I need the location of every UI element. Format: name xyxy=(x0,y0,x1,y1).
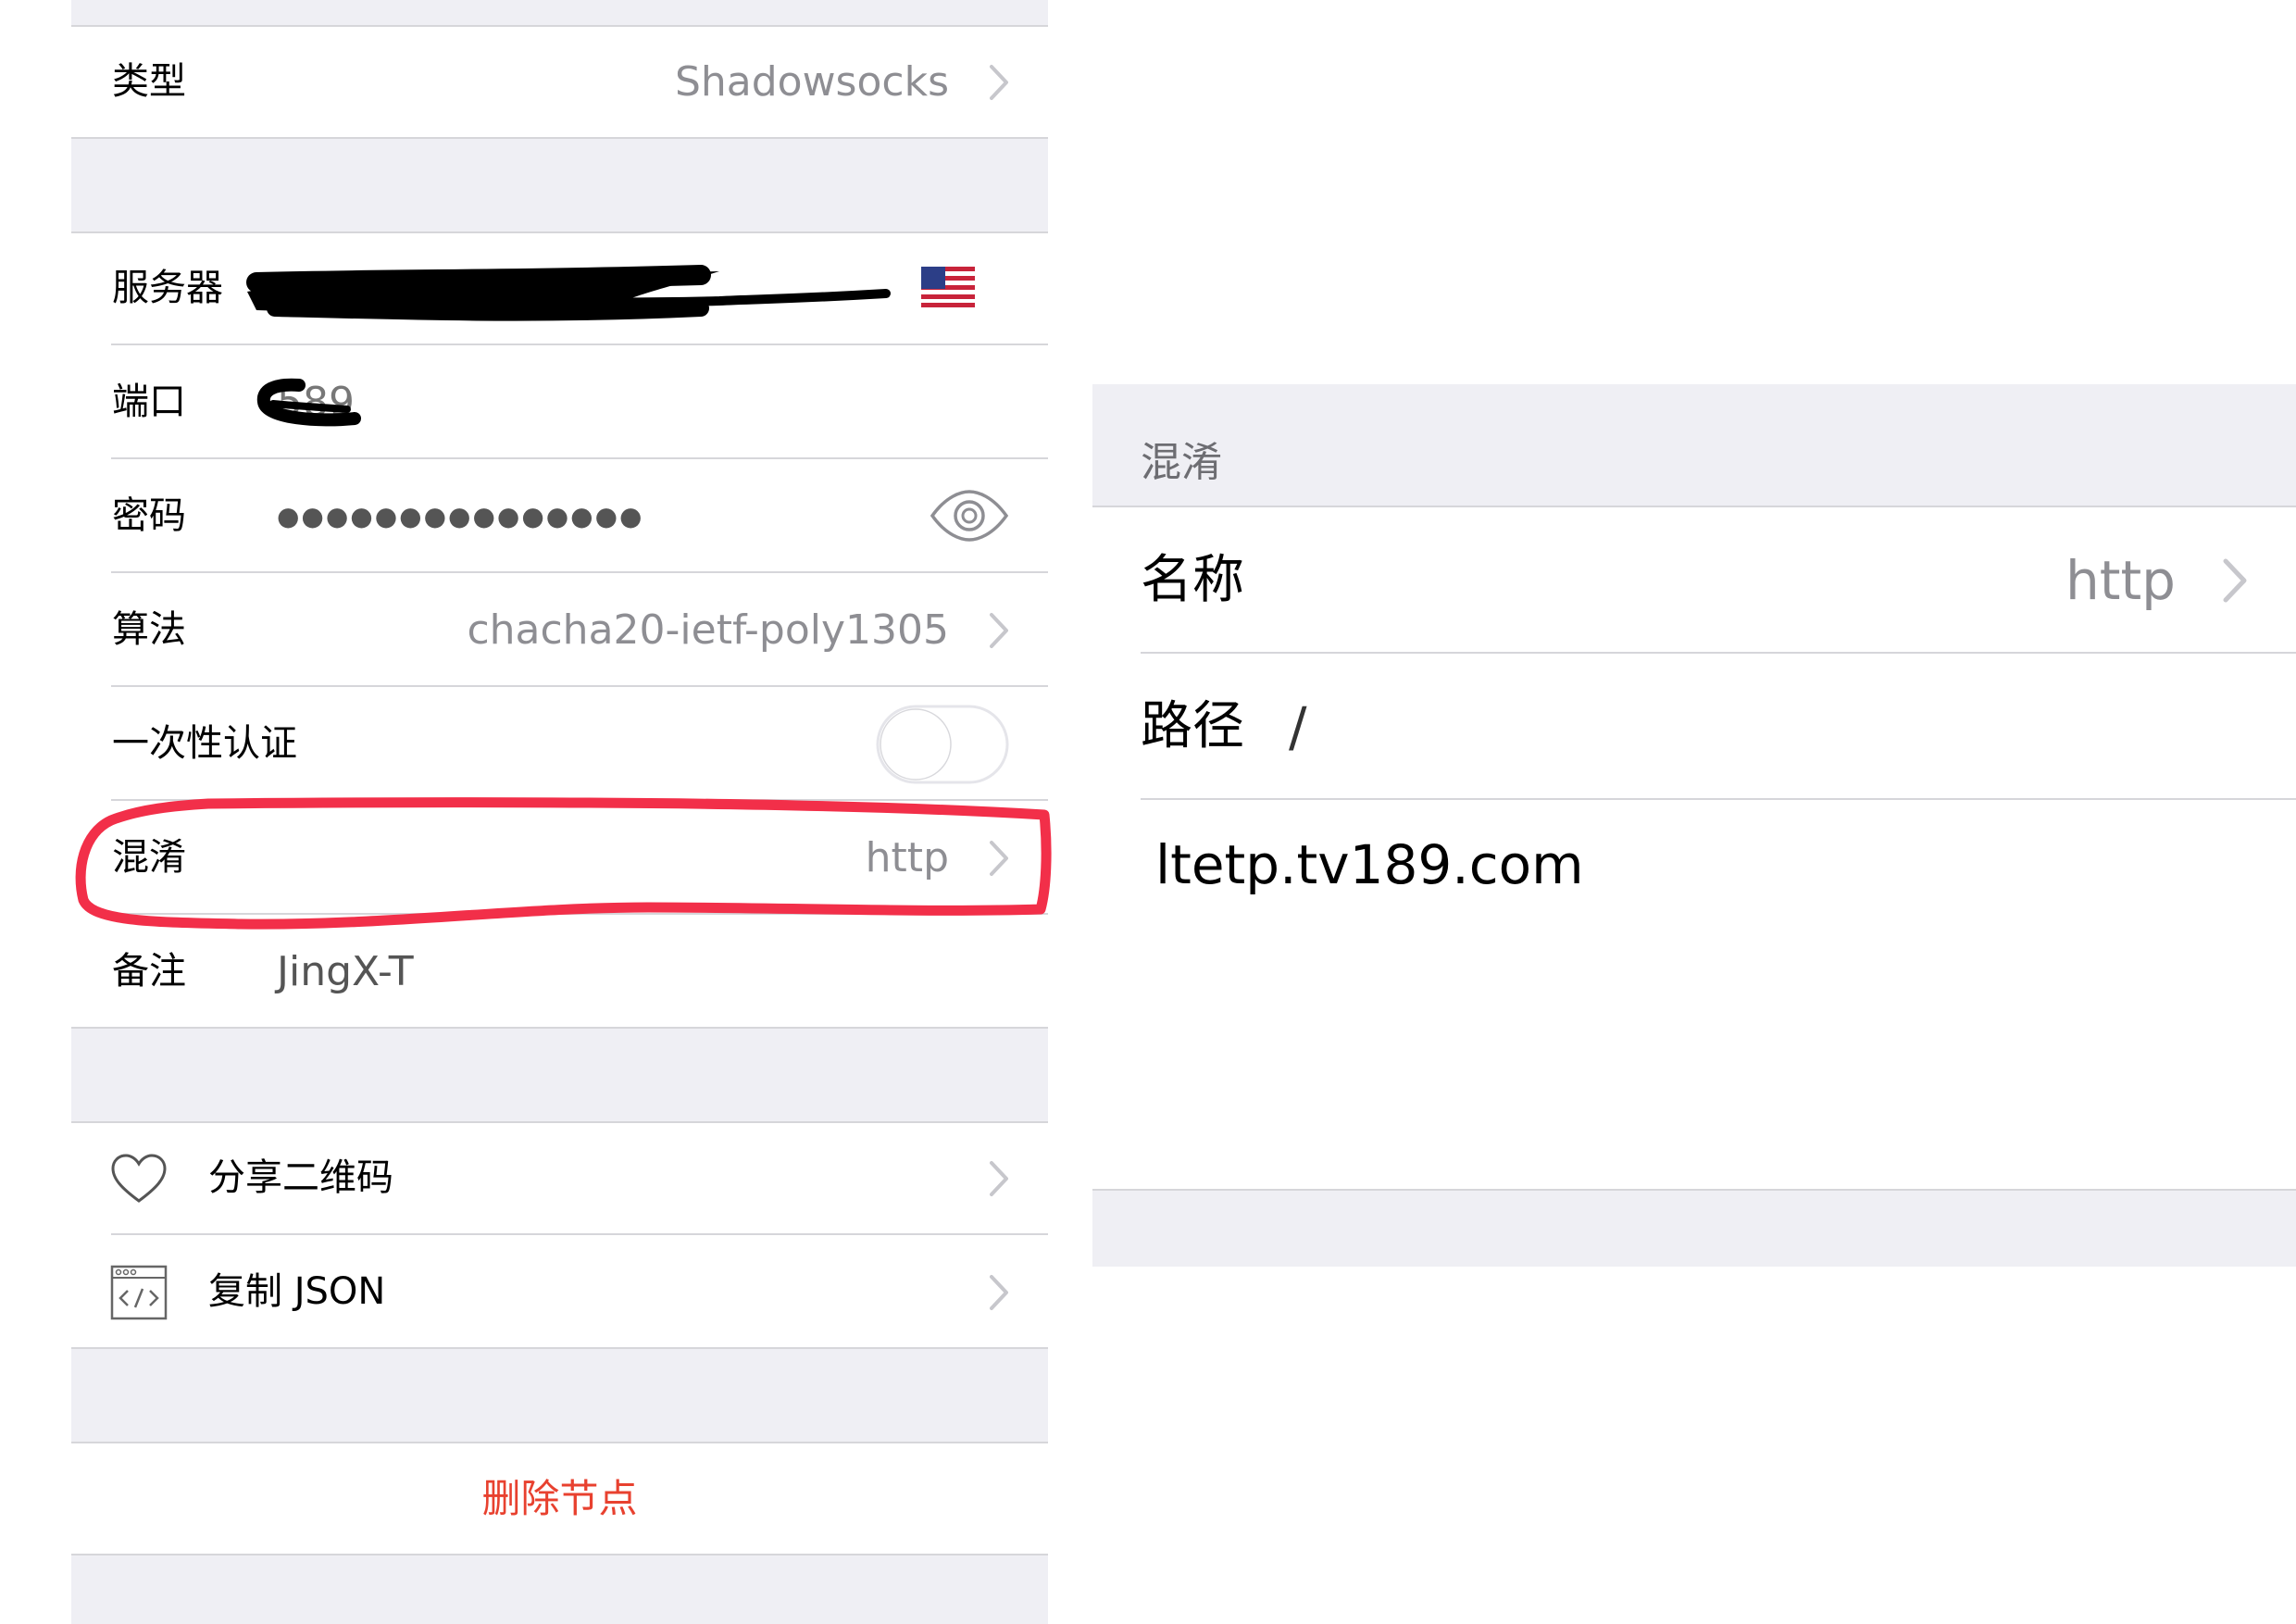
obfs-name-value: http xyxy=(2065,549,2176,612)
group-gap xyxy=(1092,1189,2296,1267)
obfs-host-textarea[interactable]: ltetp.tv189.com xyxy=(1092,800,2296,1189)
section-header-label: 混淆 xyxy=(1141,439,1222,486)
highlight-annotation xyxy=(75,797,1052,930)
section-header: 混淆 xyxy=(1092,384,2296,507)
obfs-path-label: 路径 xyxy=(1141,696,1244,756)
obfs-path-field[interactable]: / xyxy=(1289,654,1307,800)
obfs-path-row[interactable]: 路径 / xyxy=(1092,654,2296,800)
obfs-host-value: ltetp.tv189.com xyxy=(1155,833,1584,896)
obfs-settings-panel: 混淆 名称 http 路径 / ltetp.tv189.com xyxy=(1092,0,2296,1624)
obfs-name-row[interactable]: 名称 http xyxy=(1092,507,2296,654)
chevron-right-icon xyxy=(2222,507,2248,654)
obfs-name-label: 名称 xyxy=(1141,550,1244,610)
